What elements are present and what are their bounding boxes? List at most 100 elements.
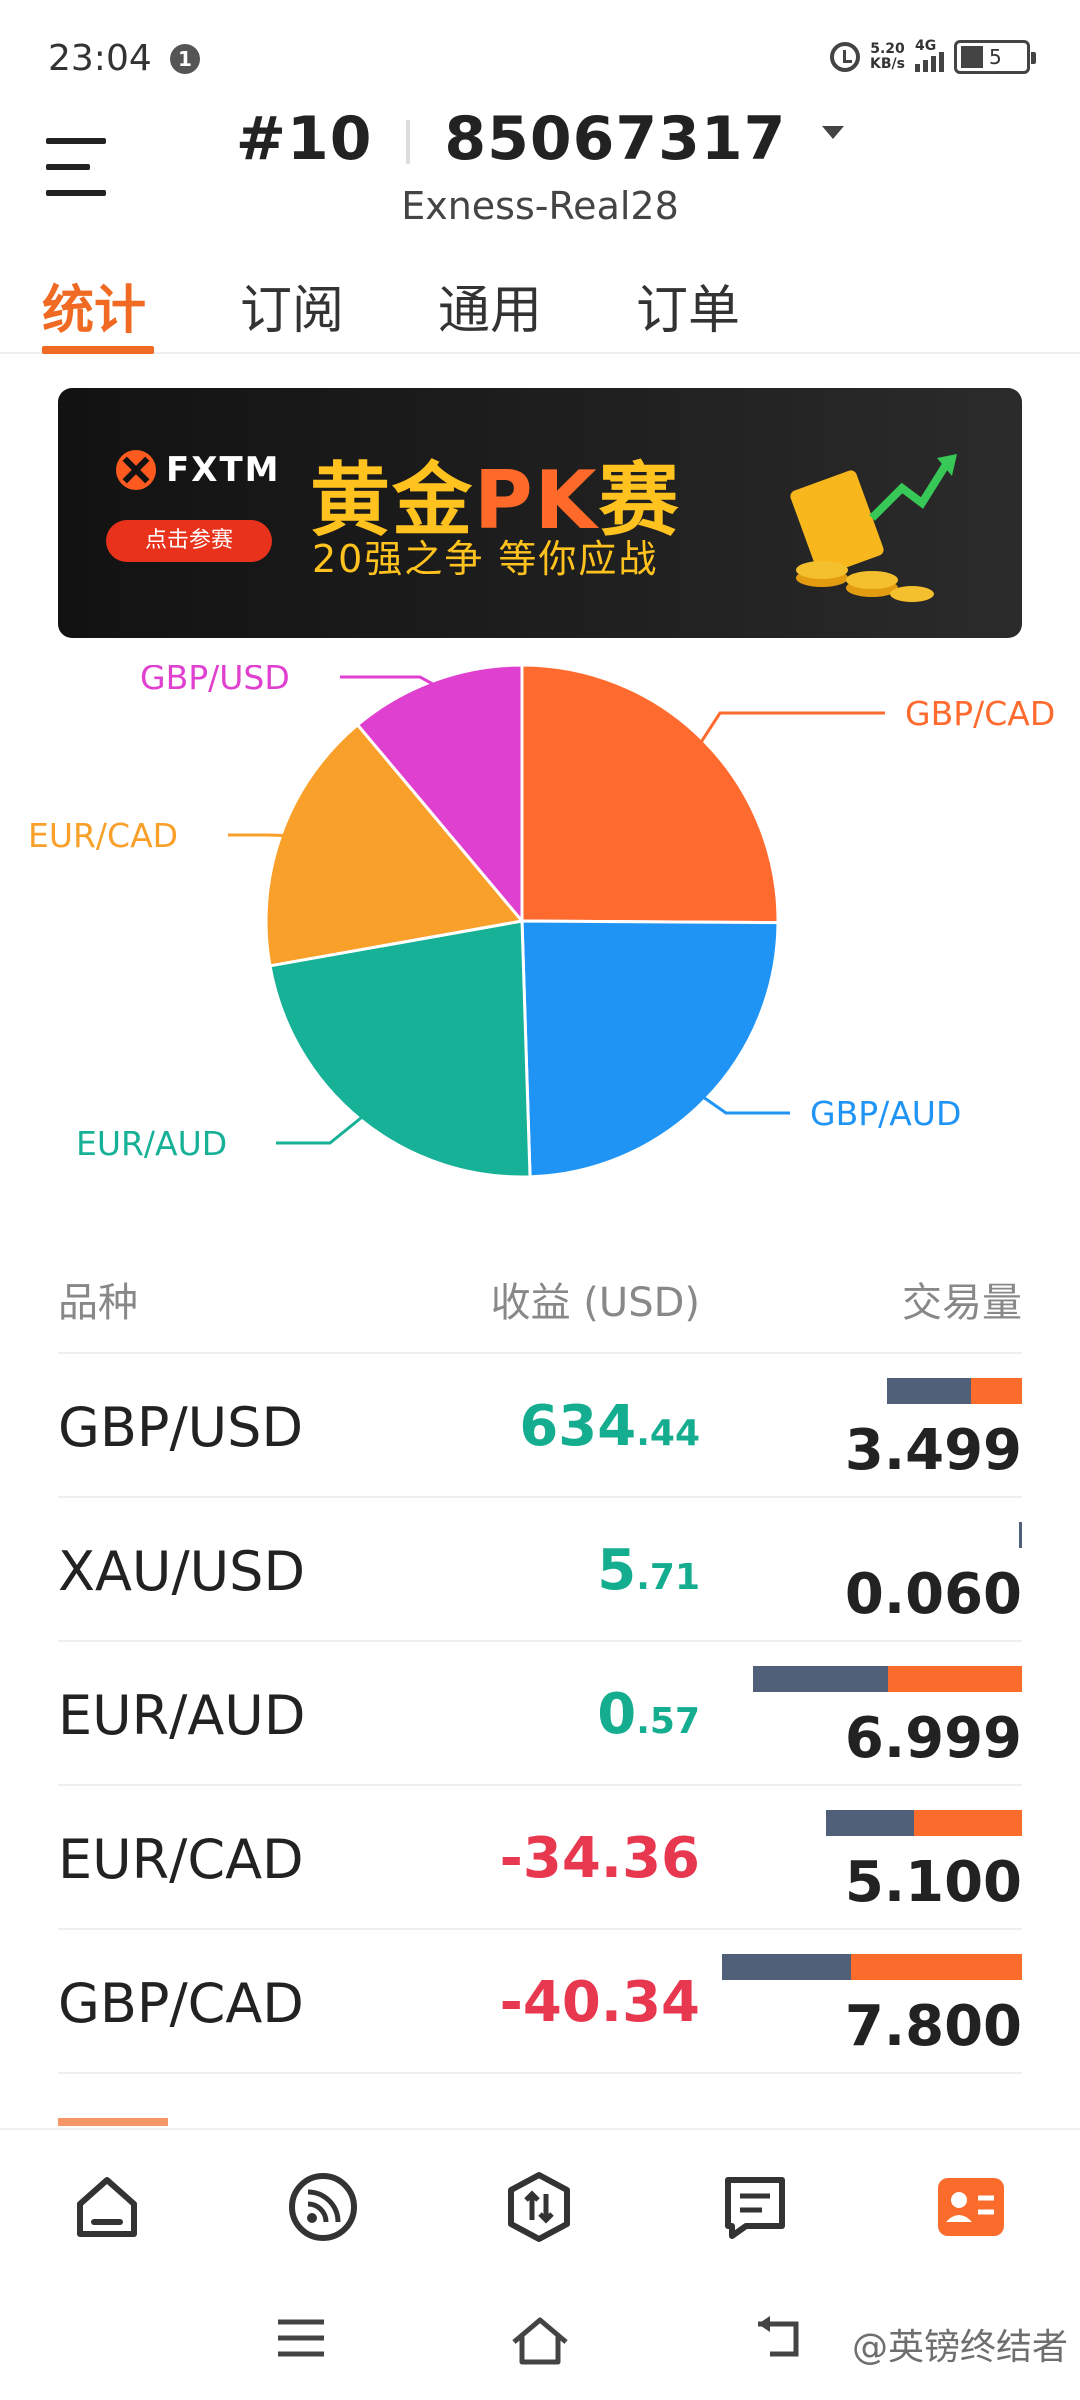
profit-integer: 634 (519, 1394, 637, 1459)
tab-statistics[interactable]: 统计 (42, 268, 146, 343)
pie-leader-line (228, 833, 288, 838)
symbol-row[interactable]: XAU/USD 5.71 0.060 (58, 1496, 1022, 1640)
trade-icon[interactable] (502, 2170, 576, 2244)
network-speed: 5.20 KB/s (870, 42, 905, 72)
tab-orders[interactable]: 订单 (636, 268, 740, 343)
section-title-peek (58, 2118, 168, 2126)
network-speed-value: 5.20 (870, 41, 905, 57)
status-time: 23:04 (48, 38, 152, 79)
row-volume: 3.499 (844, 1418, 1022, 1483)
row-volume: 6.999 (844, 1706, 1022, 1771)
network-speed-unit: KB/s (870, 56, 905, 72)
profit-decimal: .71 (636, 1557, 700, 1598)
profit-integer: -40.34 (499, 1970, 700, 2035)
row-profit: -40.34 (500, 1970, 700, 2035)
volume-bar-sell (914, 1810, 1022, 1836)
profile-card-icon[interactable] (934, 2170, 1008, 2244)
promo-banner[interactable]: FXTM 点击参赛 黄金PK赛 20强之争 等你应战 (58, 388, 1022, 638)
account-number: 85067317 (444, 104, 787, 174)
pie-leader-line (700, 1094, 790, 1115)
volume-bar-buy (826, 1810, 914, 1836)
volume-bar-sell (971, 1378, 1022, 1404)
bottom-navigation (0, 2128, 1080, 2278)
row-profit: 5.71 (597, 1538, 700, 1603)
status-bar: 23:04 1 5.20 KB/s 4G 5 (0, 0, 1080, 120)
row-symbol: EUR/AUD (58, 1684, 306, 1747)
volume-bar (826, 1810, 1022, 1836)
pie-label: GBP/USD (140, 665, 290, 697)
back-icon[interactable] (756, 2316, 806, 2364)
pie-chart: GBP/CAD GBP/AUD EUR/AUD EUR/CAD GBP/USD (28, 665, 1055, 1179)
server-name: Exness-Real28 (401, 184, 679, 228)
row-profit: -34.36 (500, 1826, 700, 1891)
volume-bar (1019, 1522, 1022, 1548)
tab-subscriptions[interactable]: 订阅 (240, 268, 344, 343)
brand-name: FXTM (166, 450, 281, 490)
banner-subtitle: 20强之争 等你应战 (312, 537, 659, 581)
header-symbol: 品种 (58, 1280, 138, 1326)
system-home-icon[interactable] (510, 2316, 570, 2370)
profit-decimal: .44 (636, 1413, 700, 1454)
watermark: @英镑终结者 (851, 2327, 1068, 2368)
home-icon[interactable] (70, 2170, 144, 2244)
profit-integer: 0 (597, 1682, 637, 1747)
symbol-row[interactable]: EUR/AUD 0.57 6.999 (58, 1640, 1022, 1784)
profit-integer: -34.36 (499, 1826, 700, 1891)
pie-label: GBP/CAD (905, 694, 1055, 733)
pie-label: EUR/CAD (28, 816, 178, 855)
volume-bar-sell (888, 1666, 1022, 1692)
alarm-icon (830, 42, 861, 72)
tab-general[interactable]: 通用 (438, 268, 542, 343)
symbol-stats-list: GBP/USD 634.44 3.499 XAU/USD 5.71 0.060 EUR/AU… (58, 1352, 1022, 2074)
pie-leader-line (276, 1113, 366, 1145)
row-volume: 7.800 (844, 1994, 1022, 2059)
battery-level: 5 (989, 45, 1002, 69)
recent-apps-icon[interactable] (276, 2316, 326, 2364)
account-prefix: #10 (235, 104, 373, 174)
pie-leader-line (698, 711, 885, 746)
symbol-row[interactable]: GBP/CAD -40.34 7.800 (58, 1928, 1022, 2072)
symbol-row[interactable]: GBP/USD 634.44 3.499 (58, 1352, 1022, 1496)
profit-integer: 5 (597, 1538, 637, 1603)
pie-slice-gbp-aud[interactable] (520, 919, 780, 1179)
pie-label: GBP/AUD (810, 1094, 961, 1133)
tab-bar: 统计 订阅 通用 订单 (0, 258, 1080, 354)
volume-bar-buy (887, 1378, 971, 1404)
pie-label: EUR/AUD (76, 1124, 227, 1163)
pie-slice-gbp-cad[interactable] (520, 665, 780, 925)
row-symbol: EUR/CAD (58, 1828, 304, 1891)
signal-feed-icon[interactable] (286, 2170, 360, 2244)
row-profit: 634.44 (519, 1394, 700, 1459)
network-type: 4G (915, 38, 937, 54)
battery-icon: 5 (954, 40, 1036, 74)
volume-bar-buy (722, 1954, 851, 1980)
system-navigation: @英镑终结者 (0, 2280, 1080, 2400)
volume-bar (753, 1666, 1022, 1692)
profit-decimal: .57 (636, 1701, 700, 1742)
header-profit: 收益 (USD) (490, 1280, 700, 1326)
status-indicators: 5.20 KB/s 4G 5 (830, 38, 1036, 74)
messages-icon[interactable] (718, 2170, 792, 2244)
gold-coins-illustration (790, 454, 957, 602)
fxtm-logo: FXTM (116, 450, 280, 490)
symbol-distribution-chart: GBP/CAD GBP/AUD EUR/AUD EUR/CAD GBP/USD (0, 665, 1080, 1225)
list-divider (58, 2072, 1022, 2074)
header-volume: 交易量 (902, 1280, 1022, 1326)
account-selector[interactable]: #10 85067317 (0, 104, 1080, 174)
volume-bar (887, 1378, 1022, 1404)
notification-count-badge: 1 (170, 44, 200, 74)
row-symbol: GBP/CAD (58, 1972, 304, 2035)
row-symbol: GBP/USD (58, 1396, 304, 1459)
fxtm-mark-icon (116, 450, 156, 490)
join-contest-button[interactable]: 点击参赛 (106, 520, 272, 562)
volume-bar-sell (851, 1954, 1022, 1980)
row-profit: 0.57 (597, 1682, 700, 1747)
volume-bar-buy (1019, 1522, 1022, 1548)
chevron-down-icon (822, 125, 845, 139)
symbol-row[interactable]: EUR/CAD -34.36 5.100 (58, 1784, 1022, 1928)
row-symbol: XAU/USD (58, 1540, 306, 1603)
volume-bar-buy (753, 1666, 888, 1692)
row-volume: 5.100 (844, 1850, 1022, 1915)
cellular-signal-icon: 4G (915, 38, 944, 72)
table-header: 品种 收益 (USD) 交易量 (58, 1270, 1022, 1350)
